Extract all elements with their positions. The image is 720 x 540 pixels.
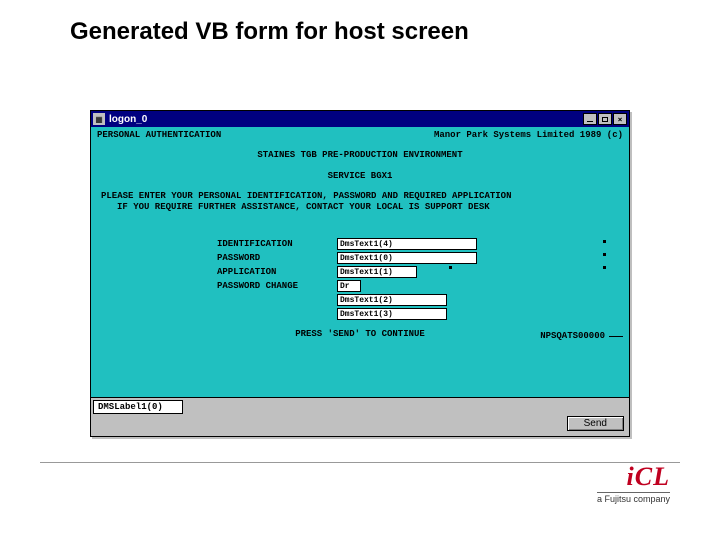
environment-line: STAINES TGB PRE-PRODUCTION ENVIRONMENT: [97, 150, 623, 161]
service-line: SERVICE BGX1: [97, 171, 623, 182]
minimize-button[interactable]: [583, 113, 597, 125]
dms-label-control[interactable]: DMSLabel1(0): [93, 400, 183, 414]
label-password: PASSWORD: [217, 253, 337, 263]
field-extra-1[interactable]: DmsText1(2): [337, 294, 447, 306]
company-logo: iCL a Fujitsu company: [597, 464, 670, 504]
form-bottom-bar: DMSLabel1(0) Send: [91, 397, 629, 436]
maximize-button[interactable]: [598, 113, 612, 125]
field-password-change[interactable]: Dr: [337, 280, 361, 292]
system-menu-icon[interactable]: ▦: [93, 113, 105, 125]
title-bar[interactable]: ▦ logon_0 ×: [91, 111, 629, 127]
header-right: Manor Park Systems Limited 1989 (c): [434, 130, 623, 141]
send-button[interactable]: Send: [567, 416, 624, 431]
field-application[interactable]: DmsText1(1): [337, 266, 417, 278]
close-button[interactable]: ×: [613, 113, 627, 125]
field-password[interactable]: DmsText1(0): [337, 252, 477, 264]
form-fields-block: IDENTIFICATION DmsText1(4) PASSWORD DmsT…: [217, 237, 623, 321]
label-password-change: PASSWORD CHANGE: [217, 281, 337, 291]
window-title: logon_0: [109, 114, 582, 125]
status-code: NPSQATS00000: [540, 331, 623, 341]
slide-divider: [40, 462, 680, 463]
host-screen-area: PERSONAL AUTHENTICATION Manor Park Syste…: [91, 127, 629, 397]
selection-handles-right: [603, 240, 607, 279]
label-identification: IDENTIFICATION: [217, 239, 337, 249]
logo-text: iCL: [597, 464, 670, 490]
instruction-line-1: PLEASE ENTER YOUR PERSONAL IDENTIFICATIO…: [97, 191, 623, 202]
field-identification[interactable]: DmsText1(4): [337, 238, 477, 250]
logo-subtitle: a Fujitsu company: [597, 492, 670, 504]
vb-form-window: ▦ logon_0 × PERSONAL AUTHENTICATION Mano…: [90, 110, 630, 437]
slide-title: Generated VB form for host screen: [70, 18, 469, 46]
header-left: PERSONAL AUTHENTICATION: [97, 130, 221, 141]
field-extra-2[interactable]: DmsText1(3): [337, 308, 447, 320]
label-application: APPLICATION: [217, 267, 337, 277]
instruction-line-2: IF YOU REQUIRE FURTHER ASSISTANCE, CONTA…: [97, 202, 623, 213]
